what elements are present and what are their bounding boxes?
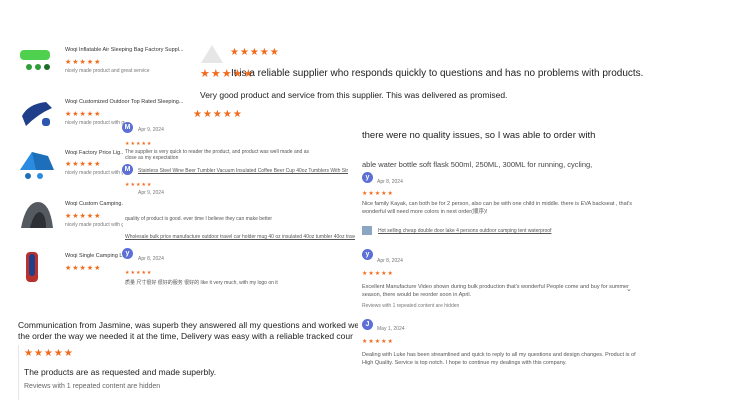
product-image-sleeping-bag[interactable] <box>18 96 56 130</box>
review-text: Nice family Kayak, can both be for 2 per… <box>362 201 632 215</box>
review-rating-stars: ★★★★★ <box>125 270 153 276</box>
review-rating-stars: ★★★★★ <box>362 339 394 345</box>
product-note: nicely made product with good craft <box>65 120 125 126</box>
review-text: Dealing with Luke has been streamlined a… <box>362 352 636 366</box>
review-product-link[interactable]: Stainless Steel Wine Beer Tumbler Vacuum… <box>138 168 348 174</box>
hidden-reviews-note[interactable]: Reviews with 1 repeated content are hidd… <box>24 383 160 390</box>
review-text: there were no quality issues, so I was a… <box>362 130 596 141</box>
chevron-down-icon[interactable]: ⌄ <box>626 285 632 293</box>
product-title[interactable]: Woqi Factory Price Lig... <box>65 150 123 156</box>
product-image-tent-blue[interactable] <box>18 146 56 180</box>
review-date: Apr 8, 2024 <box>138 256 164 262</box>
product-rating-stars: ★★★★★ <box>65 111 102 118</box>
review-rating-stars: ★★★★★ <box>125 182 153 188</box>
review-text: It is a reliable supplier who responds q… <box>231 68 644 79</box>
review-rating-stars: ★★★★★ <box>362 191 394 197</box>
review-text: able water bottle soft flask 500ml, 250M… <box>362 160 593 169</box>
review-rating-stars: ★★★★★ <box>125 141 153 147</box>
review-text: The products are as requested and made s… <box>24 367 217 377</box>
review-date: Apr 8, 2024 <box>377 179 403 185</box>
review-text: quality of product is good. ever time I … <box>125 216 273 222</box>
product-thumbnail[interactable] <box>362 226 372 235</box>
review-rating-stars: ★★★★★ <box>24 348 74 359</box>
avatar: y <box>362 172 373 183</box>
product-rating-stars: ★★★★★ <box>65 265 102 272</box>
product-rating-stars: ★★★★★ <box>65 59 102 66</box>
tent-thumbnail-icon <box>200 43 224 65</box>
product-title[interactable]: Woqi Custom Camping... <box>65 201 123 207</box>
hidden-reviews-note[interactable]: Reviews with 1 repeated content are hidd… <box>362 303 459 310</box>
review-date: May 1, 2024 <box>377 326 405 332</box>
avatar: M <box>122 122 133 133</box>
review-date: Apr 9, 2024 <box>138 127 164 133</box>
product-rating-stars: ★★★★★ <box>65 161 102 168</box>
review-product-link[interactable]: Wholesale bulk price manufacture outdoor… <box>125 234 355 240</box>
product-image-sleeping-pad[interactable] <box>18 44 56 78</box>
review-text: the order the way we needed it at the ti… <box>18 331 353 341</box>
review-text: The supplier is very quick to reader the… <box>125 149 309 161</box>
review-rating-stars: ★★★★★ <box>230 47 280 58</box>
review-date: Apr 8, 2024 <box>377 258 403 264</box>
product-note: nicely made product and great service <box>65 68 150 74</box>
review-date: Apr 9, 2024 <box>138 190 164 196</box>
review-rating-stars: ★★★★★ <box>193 109 243 120</box>
product-image-tent-gray[interactable] <box>18 198 56 232</box>
product-title[interactable]: Woqi Inflatable Air Sleeping Bag Factory… <box>65 47 185 53</box>
review-text: 质量 尺寸很好 很好的服务 很好的 like it very much, wit… <box>125 280 278 286</box>
product-note: nicely made product with good craft <box>65 170 123 176</box>
review-rating-stars: ★★★★★ <box>362 271 394 277</box>
product-rating-stars: ★★★★★ <box>65 213 102 220</box>
avatar: M <box>122 164 133 175</box>
product-title[interactable]: Woqi Customized Outdoor Top Rated Sleepi… <box>65 99 190 105</box>
product-image-red-sleeping-bag[interactable] <box>18 250 56 284</box>
avatar: y <box>362 249 373 260</box>
product-title[interactable]: Woqi Single Camping L... <box>65 253 125 259</box>
review-text: Very good product and service from this … <box>200 90 508 100</box>
avatar: y <box>122 248 133 259</box>
review-text: Excellent Manufacture Video shown during… <box>362 284 629 298</box>
review-product-link[interactable]: Hot selling cheap double door lake 4 per… <box>378 228 638 234</box>
product-note: nicely made product with good craft <box>65 222 123 228</box>
review-text: Communication from Jasmine, was superb t… <box>18 320 358 330</box>
avatar: J <box>362 319 373 330</box>
